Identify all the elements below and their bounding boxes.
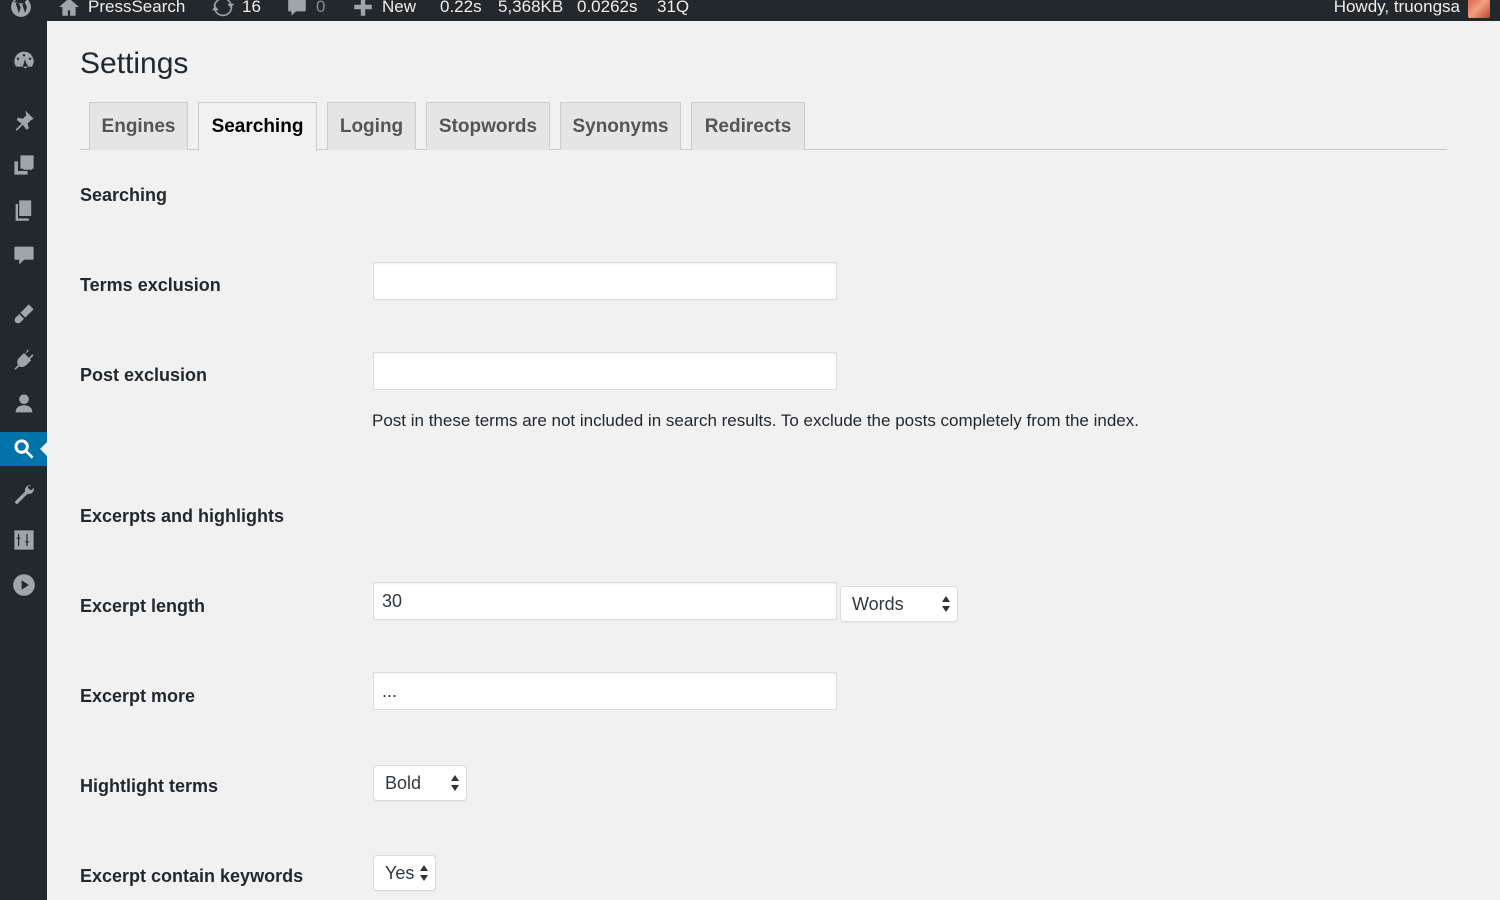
select-arrows-icon	[419, 864, 429, 882]
pages-icon	[15, 200, 31, 221]
menu-users[interactable]	[0, 387, 47, 421]
appearance-icon	[14, 304, 34, 324]
terms-exclusion-label: Terms exclusion	[80, 275, 221, 295]
admin-bar: PressSearch 16 0 New 0.22s 5,368KB 0.026…	[0, 0, 1500, 21]
excerpt-length-input[interactable]: 30	[373, 582, 837, 620]
dashboard-icon	[13, 51, 34, 69]
contain-keywords-select[interactable]: Yes	[373, 855, 436, 891]
excerpt-more-input[interactable]: ...	[373, 672, 837, 710]
menu-tools[interactable]	[0, 478, 47, 512]
highlight-terms-value: Bold	[385, 772, 422, 793]
contain-keywords-label: Excerpt contain keywords	[80, 866, 304, 886]
menu-media[interactable]	[0, 148, 47, 182]
excerpt-length-unit-value: Words	[852, 593, 904, 614]
stat-time: 0.22s	[440, 0, 482, 16]
updates-icon	[212, 0, 234, 18]
menu-comments[interactable]	[0, 238, 47, 272]
menu-settings[interactable]	[0, 523, 47, 557]
menu-pages[interactable]	[0, 193, 47, 227]
highlight-terms-select[interactable]: Bold	[373, 765, 467, 801]
contain-keywords-value: Yes	[385, 862, 415, 883]
post-exclusion-label: Post exclusion	[80, 365, 208, 385]
updates-count: 16	[242, 0, 261, 16]
stat-memory: 5,368KB	[498, 0, 564, 16]
play-icon	[12, 574, 35, 596]
tab-redirects[interactable]: Redirects	[691, 102, 805, 150]
settings-icon	[13, 530, 34, 550]
new-content-link[interactable]: New	[352, 0, 416, 20]
menu-posts[interactable]	[0, 103, 47, 137]
menu-dashboard[interactable]	[0, 43, 47, 77]
admin-menu	[0, 21, 48, 900]
home-icon	[58, 0, 80, 18]
tab-searching[interactable]: Searching	[198, 102, 317, 151]
tab-engines[interactable]: Engines	[89, 102, 188, 150]
site-name: PressSearch	[88, 0, 186, 16]
new-label: New	[382, 0, 417, 16]
comments-count: 0	[316, 0, 326, 16]
excerpt-length-unit-select[interactable]: Words	[840, 586, 958, 622]
my-account-link[interactable]: Howdy, truongsa	[1334, 0, 1490, 20]
howdy-text: Howdy, truongsa	[1333, 0, 1460, 16]
settings-tabs: Engines Searching Loging Stopwords Synon…	[80, 102, 1447, 151]
menu-presssearch[interactable]	[0, 432, 48, 466]
search-icon	[14, 439, 33, 459]
plugins-icon	[13, 349, 34, 370]
section-title-searching: Searching	[80, 185, 168, 205]
media-icon	[13, 155, 34, 175]
menu-media-player[interactable]	[0, 568, 47, 602]
stat-query-time: 0.0262s	[577, 0, 638, 16]
updates-link[interactable]: 16	[212, 0, 261, 20]
avatar	[1468, 0, 1490, 18]
terms-exclusion-input[interactable]	[373, 262, 837, 300]
tab-loging[interactable]: Loging	[327, 102, 416, 150]
tab-synonyms[interactable]: Synonyms	[560, 102, 681, 150]
page-title: Settings	[80, 47, 189, 80]
stat-queries: 31Q	[657, 0, 690, 16]
users-icon	[15, 394, 32, 413]
plus-icon	[352, 0, 374, 18]
excerpt-length-label: Excerpt length	[80, 596, 206, 616]
section-title-excerpts: Excerpts and highlights	[80, 506, 285, 526]
menu-plugins[interactable]	[0, 342, 47, 376]
wordpress-logo-icon[interactable]	[10, 0, 40, 20]
comments-link[interactable]: 0	[286, 0, 325, 20]
menu-appearance[interactable]	[0, 297, 47, 331]
highlight-terms-label: Hightlight terms	[80, 776, 218, 796]
wordpress-icon	[10, 0, 32, 18]
tools-icon	[14, 485, 34, 504]
pin-icon	[15, 110, 34, 131]
tab-stopwords[interactable]: Stopwords	[426, 102, 550, 150]
select-arrows-icon	[941, 595, 951, 613]
post-exclusion-description: Post in these terms are not included in …	[372, 411, 1139, 430]
excerpt-more-label: Excerpt more	[80, 686, 196, 706]
comments-icon	[13, 246, 34, 265]
select-arrows-icon	[450, 774, 460, 792]
site-name-link[interactable]: PressSearch	[58, 0, 185, 20]
comment-bubble-icon	[286, 0, 308, 18]
post-exclusion-input[interactable]	[373, 352, 837, 390]
